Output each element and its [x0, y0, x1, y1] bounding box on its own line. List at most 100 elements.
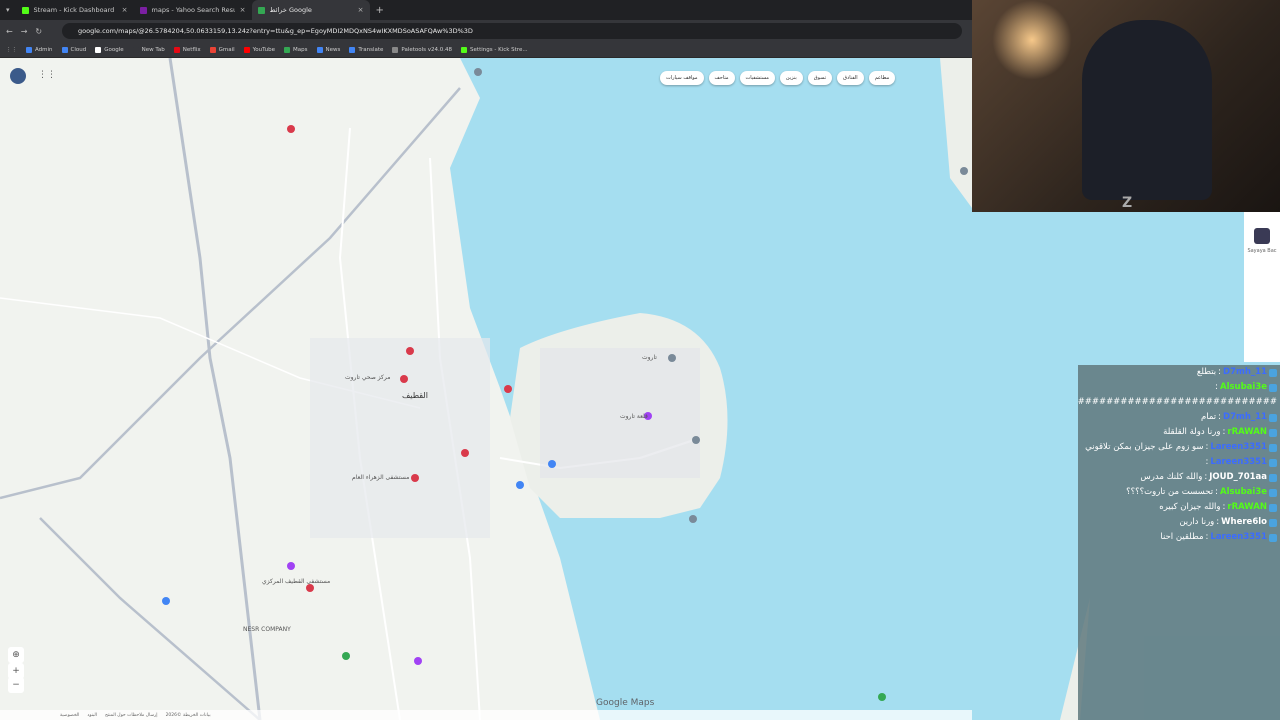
reload-icon[interactable]: ↻: [35, 27, 42, 36]
bookmark-item[interactable]: Netflix: [173, 46, 201, 53]
bookmark-item[interactable]: Settings - Kick Stre...: [461, 46, 528, 53]
chat-separator: :: [1218, 412, 1222, 422]
chat-message: Lareen3351: سو زوم على جيزان بمكن تلاقوني: [1078, 440, 1280, 455]
chat-message: JOUD_701aa: والله كلنك مدرس: [1078, 470, 1280, 485]
chat-message: rRAWAN: والله جيزان كبيره: [1078, 500, 1280, 515]
chat-username[interactable]: D7mh_11: [1223, 367, 1267, 378]
chat-username[interactable]: Lareen3351: [1210, 532, 1267, 543]
category-chip[interactable]: مستشفيات: [739, 71, 775, 85]
chat-badge-icon: [1269, 473, 1277, 482]
chat-username[interactable]: Alsubai3e: [1220, 487, 1267, 498]
bookmark-item[interactable]: Admin: [26, 46, 53, 53]
avatar[interactable]: [10, 68, 26, 84]
browser-tab[interactable]: Stream - Kick Dashboard ×: [16, 0, 134, 20]
bookmark-item[interactable]: Paletools v24.0.48: [392, 46, 453, 53]
close-icon[interactable]: ×: [122, 6, 128, 14]
footer-link[interactable]: بيانات الخريطة ©2026: [166, 713, 211, 718]
forward-icon[interactable]: →: [21, 27, 28, 36]
browser-tab[interactable]: خرائط Google ×: [251, 0, 370, 20]
close-icon[interactable]: ×: [358, 6, 364, 14]
sidebar-name: Sayaya Bac: [1247, 248, 1277, 254]
chat-username[interactable]: Where6lo: [1221, 517, 1267, 528]
chat-username[interactable]: Lareen3351: [1210, 457, 1267, 468]
bookmark-item[interactable]: Cloud: [61, 46, 87, 53]
bookmark-item[interactable]: New Tab: [132, 46, 165, 53]
apps-grid-icon[interactable]: ⋮⋮: [38, 70, 56, 80]
tab-menu-icon[interactable]: ▾: [0, 6, 16, 14]
url-input[interactable]: google.com/maps/@26.5784204,50.0633159,1…: [62, 23, 962, 39]
category-chip[interactable]: مواقف سيارات: [660, 71, 704, 85]
bookmark-item[interactable]: Translate: [349, 46, 384, 53]
chat-username[interactable]: JOUD_701aa: [1209, 472, 1267, 483]
chat-username[interactable]: rRAWAN: [1227, 427, 1267, 438]
bookmark-label: Translate: [358, 46, 384, 53]
map-footer: الخصوصية البنود إرسال ملاحظات حول المنتج بي…: [0, 710, 972, 720]
tab-title: Stream - Kick Dashboard: [33, 6, 115, 14]
chat-badge-icon: [1269, 443, 1277, 452]
chat-username[interactable]: D7mh_11: [1223, 412, 1267, 423]
chat-separator: :: [1205, 442, 1209, 452]
logo-mark: Z: [1122, 195, 1133, 211]
bookmark-label: News: [325, 46, 341, 53]
bookmark-icon: [132, 46, 139, 53]
footer-link[interactable]: الخصوصية: [60, 713, 79, 718]
bookmark-item[interactable]: Maps: [284, 46, 308, 53]
category-chip[interactable]: الفنادق: [837, 71, 864, 85]
zoom-out-button[interactable]: −: [8, 677, 24, 693]
bookmark-icon: [61, 46, 68, 53]
category-chip[interactable]: مطاعم: [868, 71, 896, 85]
browser-tab[interactable]: maps - Yahoo Search Results ×: [134, 0, 252, 20]
chat-separator: :: [1204, 472, 1208, 482]
chat-badge-icon: [1269, 458, 1277, 467]
chat-message: Alsubai3e: تحسست من تاروت؟؟؟؟: [1078, 485, 1280, 500]
chat-username[interactable]: Lareen3351: [1210, 442, 1267, 453]
close-icon[interactable]: ×: [240, 6, 246, 14]
chat-text: تمام: [1201, 412, 1217, 422]
webcam-overlay: Z: [972, 0, 1280, 212]
chat-separator: :: [1216, 517, 1220, 527]
chat-username[interactable]: rRAWAN: [1227, 502, 1267, 513]
footer-link[interactable]: البنود: [87, 713, 97, 718]
bookmark-item[interactable]: Gmail: [209, 46, 235, 53]
category-chip[interactable]: تسوق: [807, 71, 833, 85]
new-tab-button[interactable]: +: [370, 5, 384, 16]
streamer-video: [1082, 20, 1212, 200]
avatar[interactable]: [1254, 228, 1270, 244]
map-label: NESR COMPANY: [243, 626, 291, 633]
back-icon[interactable]: ←: [6, 27, 13, 36]
bookmark-icon: [173, 46, 180, 53]
chat-text: مطلقين احنا: [1160, 532, 1204, 542]
chat-badge-icon: [1269, 383, 1277, 392]
my-location-icon[interactable]: ⊕: [8, 647, 24, 663]
chat-message: D7mh_11: بتطلع: [1078, 365, 1280, 380]
chat-message: Lareen3351:: [1078, 455, 1280, 470]
bookmark-item[interactable]: YouTube: [243, 46, 275, 53]
category-chip[interactable]: متاحف: [708, 71, 735, 85]
chat-message: #############################: [1078, 395, 1280, 410]
chat-badge-icon: [1269, 368, 1277, 377]
bookmarks-bar: ⋮⋮ Admin Cloud Google New Tab Netflix Gmail Yo…: [0, 42, 972, 58]
bookmark-item[interactable]: News: [316, 46, 341, 53]
bookmark-label: Cloud: [70, 46, 87, 53]
chat-text: والله جيزان كبيره: [1159, 502, 1221, 512]
chat-text: بتطلع: [1196, 367, 1217, 377]
chat-username[interactable]: Alsubai3e: [1220, 382, 1267, 393]
bookmark-label: Paletools v24.0.48: [401, 46, 453, 53]
city-label: القطيف: [402, 391, 428, 400]
map-label: مستشفى الزهراء العام: [352, 474, 410, 481]
footer-link[interactable]: إرسال ملاحظات حول المنتج: [105, 713, 158, 718]
chat-separator: :: [1205, 457, 1209, 467]
bookmark-label: Netflix: [182, 46, 201, 53]
tab-title: خرائط Google: [269, 6, 312, 14]
bookmark-item[interactable]: Google: [95, 46, 124, 53]
address-bar: ← → ↻ google.com/maps/@26.5784204,50.063…: [0, 20, 972, 42]
bookmark-icon: [243, 46, 250, 53]
chat-separator: :: [1218, 367, 1222, 377]
tab-favicon-icon: [21, 6, 29, 14]
apps-grid-icon[interactable]: ⋮⋮: [6, 47, 17, 53]
google-maps-logo: Google Maps: [596, 698, 655, 708]
category-chip[interactable]: بنزين: [779, 71, 803, 85]
bookmark-icon: [284, 46, 291, 53]
lamp-glow: [992, 0, 1072, 80]
bookmark-icon: [461, 46, 468, 53]
